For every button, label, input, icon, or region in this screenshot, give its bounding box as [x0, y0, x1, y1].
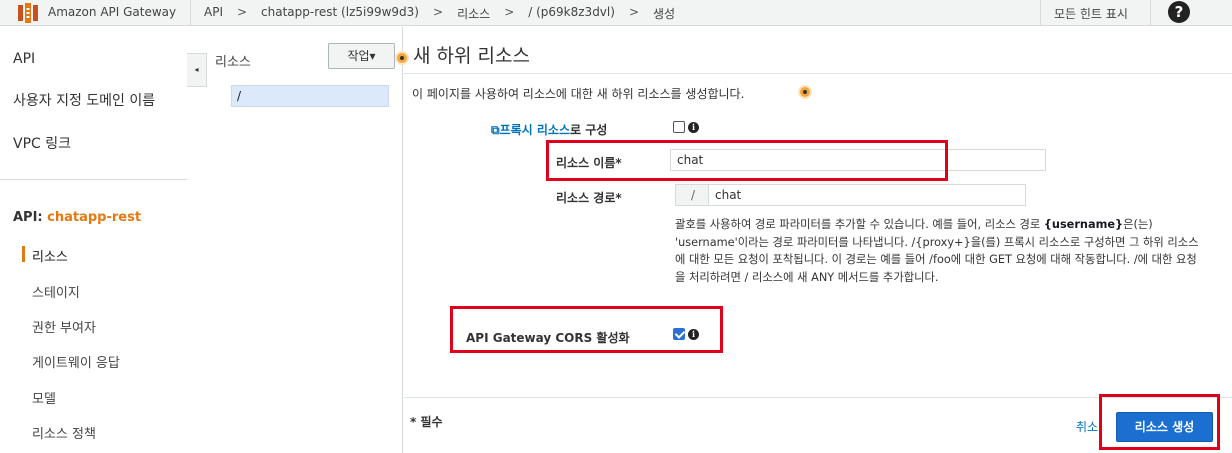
api-key-label: API:: [13, 210, 43, 225]
top-bar: Amazon API Gateway API > chatapp-rest (l…: [0, 0, 1232, 26]
nav-item-resources[interactable]: 리소스: [32, 246, 68, 265]
nav-item-models[interactable]: 모델: [32, 388, 56, 407]
divider: [190, 0, 191, 26]
resource-tree-item[interactable]: /: [231, 85, 389, 107]
help-text-example: {username}: [1043, 218, 1124, 231]
api-name-label: chatapp-rest: [47, 210, 142, 225]
brand[interactable]: Amazon API Gateway: [0, 0, 190, 26]
brand-name: Amazon API Gateway: [48, 5, 177, 19]
breadcrumb-separator: >: [236, 5, 248, 19]
proxy-resource-label: ⧉프록시 리소스로 구성: [491, 121, 607, 138]
divider: [404, 73, 1232, 74]
nav-item-authorizers[interactable]: 권한 부여자: [32, 317, 96, 336]
main-content: 새 하위 리소스 이 페이지를 사용하여 리소스에 대한 새 하위 리소스를 생…: [404, 27, 1232, 453]
breadcrumb: API > chatapp-rest (lz5i99w9d3) > 리소스 > …: [204, 5, 675, 22]
highlight-resource-name: [546, 140, 948, 181]
help-text-part: 괄호를 사용하여 경로 파라미터를 추가할 수 있습니다. 예를 들어, 리소스…: [675, 218, 1044, 231]
nav-item-custom-domain[interactable]: 사용자 지정 도메인 이름: [13, 90, 155, 110]
page-description: 이 페이지를 사용하여 리소스에 대한 새 하위 리소스를 생성합니다.: [412, 87, 745, 101]
breadcrumb-resources[interactable]: 리소스: [457, 5, 490, 22]
api-context-label: API: chatapp-rest: [13, 210, 141, 225]
info-icon[interactable]: i: [688, 122, 699, 133]
resources-title: 리소스: [215, 55, 251, 70]
resource-path-prefix: /: [675, 184, 711, 206]
api-gateway-logo-icon: [18, 3, 38, 23]
actions-dropdown-button[interactable]: 작업▾: [328, 43, 395, 69]
breadcrumb-resource-id[interactable]: / (p69k8z3dvl): [528, 5, 615, 22]
highlight-create-button: [1099, 394, 1220, 450]
collapse-nav-button[interactable]: ◂: [187, 53, 207, 87]
help-icon[interactable]: ?: [1168, 1, 1190, 23]
nav-item-resource-policy[interactable]: 리소스 정책: [32, 423, 96, 442]
nav-item-vpc-link[interactable]: VPC 링크: [13, 133, 71, 153]
breadcrumb-separator: >: [433, 5, 444, 19]
page-title: 새 하위 리소스: [413, 45, 530, 67]
proxy-config-text: 로 구성: [570, 123, 608, 137]
nav-item-stages[interactable]: 스테이지: [32, 282, 80, 301]
breadcrumb-api[interactable]: API: [204, 5, 223, 22]
show-all-hints-button[interactable]: 모든 힌트 표시: [1054, 5, 1128, 22]
resource-path-input[interactable]: chat: [708, 184, 1026, 206]
resource-path-help-text: 괄호를 사용하여 경로 파라미터를 추가할 수 있습니다. 예를 들어, 리소스…: [675, 216, 1205, 286]
resources-panel: 리소스 작업▾ /: [207, 27, 403, 453]
hint-icon[interactable]: [798, 85, 812, 99]
highlight-cors: [450, 306, 723, 353]
proxy-resource-link[interactable]: 프록시 리소스: [500, 123, 570, 137]
breadcrumb-separator: >: [504, 5, 515, 19]
cancel-button[interactable]: 취소: [1076, 418, 1098, 435]
external-link-icon: ⧉: [491, 123, 500, 137]
required-note: * 필수: [410, 415, 443, 429]
proxy-resource-checkbox[interactable]: [673, 121, 685, 133]
divider: [1040, 0, 1041, 26]
left-navigation: API 사용자 지정 도메인 이름 VPC 링크 API: chatapp-re…: [0, 27, 188, 453]
nav-divider: [0, 179, 187, 180]
active-indicator: [22, 246, 25, 262]
breadcrumb-separator: >: [628, 5, 639, 19]
nav-item-gateway-responses[interactable]: 게이트웨이 응답: [32, 352, 120, 371]
breadcrumb-create: 생성: [653, 7, 676, 21]
breadcrumb-api-name[interactable]: chatapp-rest (lz5i99w9d3): [261, 5, 419, 22]
resource-path-label: 리소스 경로*: [556, 191, 622, 205]
divider: [1150, 0, 1151, 26]
nav-item-api[interactable]: API: [13, 51, 35, 67]
